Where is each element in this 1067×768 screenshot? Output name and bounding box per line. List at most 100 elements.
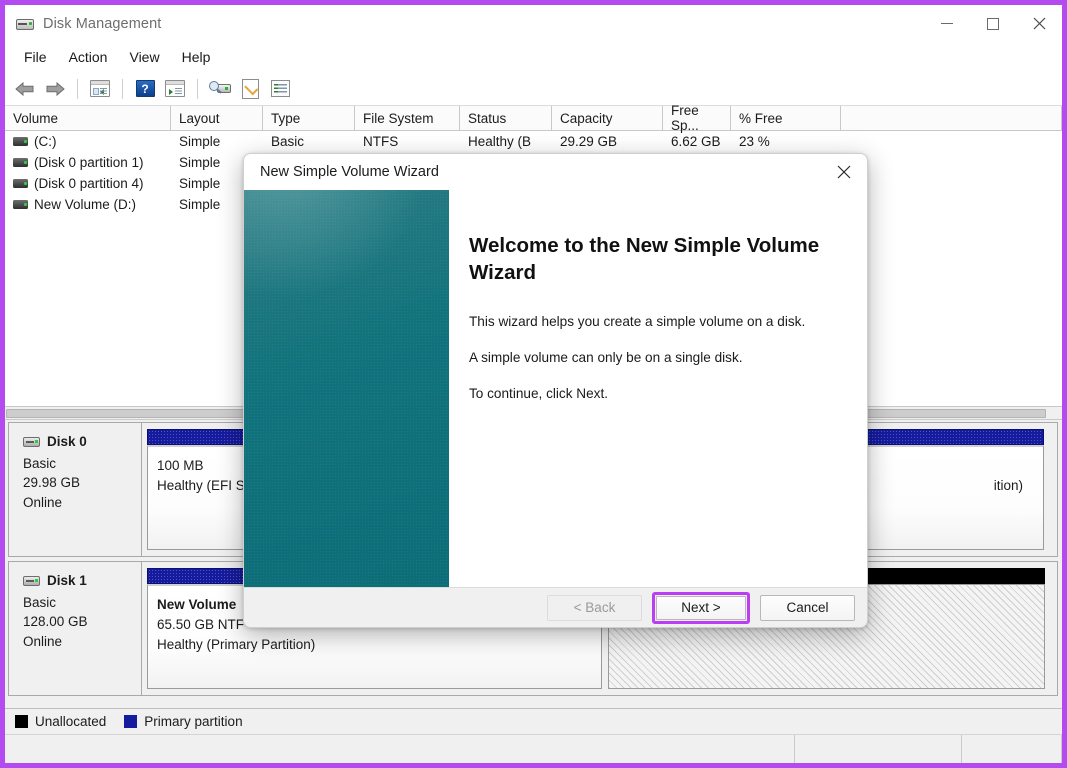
menu-item-view[interactable]: View (118, 46, 170, 68)
help-icon: ? (135, 80, 155, 97)
minimize-button[interactable] (924, 5, 970, 42)
toolbar: ? (5, 72, 1062, 106)
properties-button[interactable] (236, 76, 264, 102)
next-button[interactable]: Next > (656, 595, 746, 620)
close-icon (1033, 17, 1045, 30)
wizard-paragraph-1: This wizard helps you create a simple vo… (469, 314, 806, 329)
cell-type: Basic (271, 134, 305, 149)
close-button[interactable] (1016, 5, 1062, 42)
cancel-button[interactable]: Cancel (760, 594, 855, 621)
cell-percent-free: 23 % (739, 134, 770, 149)
volume-icon (13, 200, 28, 209)
wizard-footer: < Back Next > Cancel (244, 587, 867, 627)
legend-label-primary-partition: Primary partition (144, 714, 243, 729)
rescan-disks-icon (209, 80, 231, 97)
partition[interactable]: 100 MB Healthy (EFI S (147, 429, 252, 550)
wizard-paragraph-3: To continue, click Next. (469, 386, 609, 401)
disk-management-window: Disk Management File Action View Help ? … (5, 5, 1062, 763)
menu-item-help[interactable]: Help (171, 46, 222, 68)
properties-icon (241, 78, 259, 99)
menu-item-file[interactable]: File (13, 46, 58, 68)
cell-status: Healthy (B (468, 134, 532, 149)
volume-icon (13, 137, 28, 146)
status-segment-2 (795, 735, 962, 763)
menu-item-action[interactable]: Action (58, 46, 119, 68)
show-hide-console-tree-icon (90, 80, 110, 97)
toolbar-separator (197, 78, 198, 99)
wizard-heading: Welcome to the New Simple Volume Wizard (469, 234, 820, 284)
forward-button[interactable] (41, 76, 69, 102)
wizard-content: Welcome to the New Simple Volume Wizard … (449, 190, 867, 589)
wizard-title-bar: New Simple Volume Wizard (244, 154, 867, 190)
column-header-layout[interactable]: Layout (171, 106, 263, 131)
disk-info-1: Disk 1 Basic 128.00 GB Online (8, 561, 142, 696)
wizard-title: New Simple Volume Wizard (260, 164, 439, 180)
volume-list-header: Volume Layout Type File System Status Ca… (5, 103, 1062, 133)
column-header-volume[interactable]: Volume (5, 106, 171, 131)
help-button[interactable]: ? (131, 76, 159, 102)
volume-icon (13, 179, 28, 188)
legend-swatch-primary-partition (124, 715, 138, 728)
cell-volume: (Disk 0 partition 1) (34, 155, 144, 170)
column-header-file-system[interactable]: File System (355, 106, 460, 131)
forward-icon (46, 81, 65, 96)
window-title: Disk Management (43, 15, 162, 32)
disk-state: Online (23, 494, 63, 510)
volume-icon (13, 158, 28, 167)
partition-size: 100 MB (157, 458, 204, 473)
disk-icon (23, 436, 40, 447)
cell-volume: New Volume (D:) (34, 197, 137, 212)
show-hide-action-pane-button[interactable] (161, 76, 189, 102)
column-header-free-space[interactable]: Free Sp... (663, 103, 731, 133)
cell-volume: (C:) (34, 134, 57, 149)
all-tasks-icon (270, 80, 290, 97)
disk-size: 29.98 GB (23, 475, 81, 490)
close-icon (837, 165, 851, 179)
disk-type: Basic (23, 594, 57, 610)
new-simple-volume-wizard-dialog: New Simple Volume Wizard Welcome to the … (243, 153, 868, 628)
back-icon (15, 81, 34, 96)
toolbar-separator (77, 78, 78, 99)
wizard-banner-image (244, 190, 449, 589)
disk-name: Disk 1 (47, 573, 87, 588)
legend: Unallocated Primary partition (5, 708, 1062, 734)
maximize-button[interactable] (970, 5, 1016, 42)
cell-layout: Simple (179, 134, 221, 149)
legend-label-unallocated: Unallocated (35, 714, 107, 729)
partition-status: Healthy (Primary Partition) (157, 637, 316, 652)
wizard-paragraph-2: A simple volume can only be on a single … (469, 350, 743, 365)
legend-item-unallocated: Unallocated (15, 714, 106, 729)
all-tasks-button[interactable] (266, 76, 294, 102)
show-hide-action-pane-icon (165, 80, 185, 97)
column-header-percent-free[interactable]: % Free (731, 106, 841, 131)
disk-type: Basic (23, 455, 57, 471)
status-segment-3 (962, 735, 1062, 763)
column-header-capacity[interactable]: Capacity (552, 106, 663, 131)
rescan-disks-button[interactable] (206, 76, 234, 102)
cell-free-space: 6.62 GB (671, 134, 721, 149)
partition-status: Healthy (EFI S (157, 478, 245, 493)
window-controls (924, 5, 1062, 42)
column-header-filler (841, 106, 1062, 131)
column-header-type[interactable]: Type (263, 106, 355, 131)
back-button[interactable] (11, 76, 39, 102)
disk-size: 128.00 GB (23, 614, 88, 629)
table-row[interactable]: (C:) Simple Basic NTFS Healthy (B 29.29 … (5, 131, 1062, 152)
wizard-body: Welcome to the New Simple Volume Wizard … (244, 190, 867, 589)
next-button-highlight: Next > (652, 591, 750, 624)
toolbar-separator (122, 78, 123, 99)
show-hide-console-tree-button[interactable] (86, 76, 114, 102)
wizard-close-button[interactable] (821, 154, 867, 190)
status-segment-1 (5, 735, 795, 763)
screenshot-frame: Disk Management File Action View Help ? … (0, 0, 1067, 768)
partition-body: 100 MB Healthy (EFI S (147, 445, 252, 550)
back-button[interactable]: < Back (547, 594, 642, 621)
cell-volume: (Disk 0 partition 4) (34, 176, 144, 191)
cell-capacity: 29.29 GB (560, 134, 618, 149)
legend-swatch-unallocated (15, 715, 28, 728)
menu-bar: File Action View Help (5, 42, 1062, 72)
disk-icon (16, 16, 34, 32)
cell-file-system: NTFS (363, 134, 399, 149)
column-header-status[interactable]: Status (460, 106, 552, 131)
title-bar: Disk Management (5, 5, 1062, 42)
